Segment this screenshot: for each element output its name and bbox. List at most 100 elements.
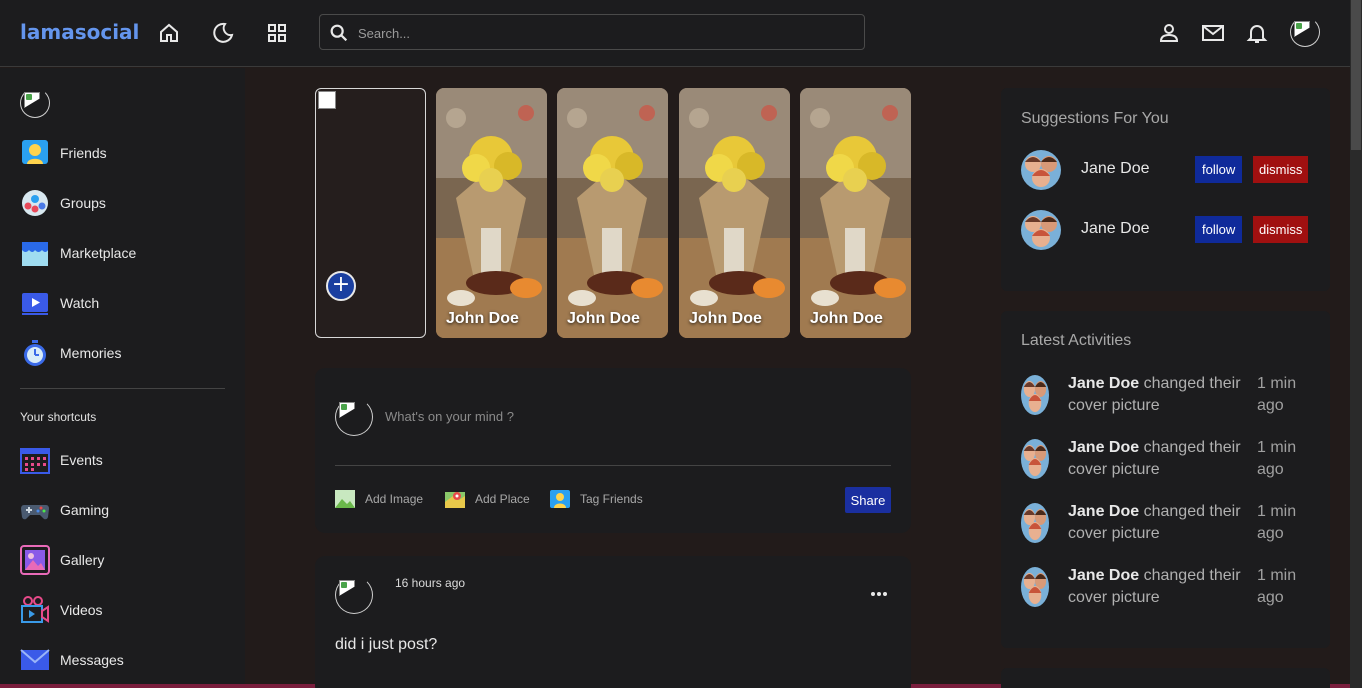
share-divider: [335, 465, 891, 466]
bell-icon[interactable]: [1245, 21, 1269, 45]
sidebar-item-gallery[interactable]: Gallery: [20, 544, 104, 576]
person-icon[interactable]: [1157, 21, 1181, 45]
activity-user[interactable]: Jane Doe: [1068, 375, 1139, 392]
groups-icon: [20, 188, 50, 218]
search-input[interactable]: [358, 21, 848, 45]
scrollbar-thumb[interactable]: [1351, 0, 1361, 150]
dismiss-button[interactable]: dismiss: [1253, 216, 1309, 243]
share-box: Add Image Add Place Tag Friends Share: [315, 368, 911, 533]
memories-icon: [20, 338, 50, 368]
tag-friends-option[interactable]: Tag Friends: [550, 490, 643, 508]
activity-item: Jane Doe changed their cover picture 1 m…: [1021, 503, 1321, 553]
share-button[interactable]: Share: [845, 487, 891, 513]
activity-time: 1 min ago: [1257, 375, 1297, 414]
add-image-label: Add Image: [365, 492, 424, 506]
sidebar-item-videos[interactable]: Videos: [20, 594, 103, 626]
dismiss-button[interactable]: dismiss: [1253, 156, 1309, 183]
activities-panel: Latest Activities Jane Doe changed their…: [1001, 311, 1330, 648]
activity-user[interactable]: Jane Doe: [1068, 439, 1139, 456]
story-author-name: John Doe: [567, 310, 640, 327]
add-image-option[interactable]: Add Image: [335, 490, 423, 508]
story-card[interactable]: John Doe: [800, 88, 911, 338]
sidebar-item-events[interactable]: Events: [20, 444, 103, 476]
add-story-button[interactable]: +: [326, 271, 356, 301]
profile-avatar[interactable]: [20, 88, 50, 118]
story-author-name: John Doe: [689, 310, 762, 327]
follow-button[interactable]: follow: [1195, 156, 1243, 183]
share-input[interactable]: [385, 406, 865, 426]
activity-text: Jane Doe changed their cover picture: [1068, 437, 1248, 481]
more-options-icon[interactable]: [869, 584, 889, 604]
activity-item: Jane Doe changed their cover picture 1 m…: [1021, 375, 1321, 425]
home-icon[interactable]: [157, 21, 181, 45]
sidebar-item-label: Videos: [60, 602, 103, 618]
post-avatar[interactable]: [335, 576, 373, 614]
activities-title: Latest Activities: [1021, 332, 1132, 349]
friends-icon: [20, 138, 50, 168]
broken-image-icon: [318, 91, 336, 109]
activity-text: Jane Doe changed their cover picture: [1068, 501, 1248, 545]
suggestion-item: Jane Doe follow dismiss: [1021, 210, 1311, 250]
story-card[interactable]: John Doe: [679, 88, 790, 338]
post-timestamp: 16 hours ago: [395, 576, 466, 590]
avatar[interactable]: [1290, 17, 1320, 47]
add-place-option[interactable]: Add Place: [445, 490, 530, 508]
story-image: [557, 88, 668, 338]
activity-time: 1 min ago: [1257, 439, 1297, 478]
search-bar: [319, 14, 865, 50]
events-icon: [20, 445, 50, 475]
gaming-icon: [20, 495, 50, 525]
activity-user[interactable]: Jane Doe: [1068, 567, 1139, 584]
dark-mode-icon[interactable]: [211, 21, 235, 45]
add-place-label: Add Place: [475, 492, 530, 506]
activity-avatar[interactable]: [1021, 439, 1049, 479]
logo[interactable]: lamasocial: [20, 20, 139, 44]
sidebar-item-label: Messages: [60, 652, 124, 668]
sidebar-item-gaming[interactable]: Gaming: [20, 494, 109, 526]
sidebar-item-label: Memories: [60, 345, 122, 361]
scrollbar[interactable]: [1350, 0, 1362, 688]
suggestion-avatar[interactable]: [1021, 210, 1061, 250]
mail-icon[interactable]: [1201, 21, 1225, 45]
activity-avatar[interactable]: [1021, 567, 1049, 607]
sidebar-item-label: Gallery: [60, 552, 105, 568]
share-avatar: [335, 398, 373, 436]
sidebar-item-label: Marketplace: [60, 245, 137, 261]
sidebar-item-label: Groups: [60, 195, 106, 211]
story-card[interactable]: John Doe: [557, 88, 668, 338]
suggestion-avatar[interactable]: [1021, 150, 1061, 190]
sidebar-item-watch[interactable]: Watch: [20, 287, 99, 319]
create-story-card[interactable]: +: [315, 88, 426, 338]
sidebar-item-label: Friends: [60, 145, 107, 161]
gallery-icon: [20, 545, 50, 575]
activity-text: Jane Doe changed their cover picture: [1068, 373, 1248, 417]
story-card[interactable]: John Doe: [436, 88, 547, 338]
activity-avatar[interactable]: [1021, 503, 1049, 543]
activity-time: 1 min ago: [1257, 503, 1297, 542]
map-icon: [445, 492, 465, 508]
activity-avatar[interactable]: [1021, 375, 1049, 415]
next-panel: [1001, 668, 1330, 688]
story-image: [679, 88, 790, 338]
suggestion-name[interactable]: Jane Doe: [1081, 220, 1150, 238]
watch-icon: [20, 288, 50, 318]
sidebar-item-marketplace[interactable]: Marketplace: [20, 237, 136, 269]
activity-item: Jane Doe changed their cover picture 1 m…: [1021, 439, 1321, 489]
sidebar-item-label: Events: [60, 452, 103, 468]
activity-user[interactable]: Jane Doe: [1068, 503, 1139, 520]
activity-item: Jane Doe changed their cover picture 1 m…: [1021, 567, 1321, 617]
activity-time: 1 min ago: [1257, 567, 1297, 606]
sidebar-item-friends[interactable]: Friends: [20, 137, 107, 169]
follow-button[interactable]: follow: [1195, 216, 1243, 243]
post-text: did i just post?: [335, 636, 438, 653]
top-navbar: lamasocial: [0, 0, 1350, 67]
story-author-name: John Doe: [810, 310, 883, 327]
sidebar-item-messages[interactable]: Messages: [20, 644, 124, 676]
tag-friends-label: Tag Friends: [580, 492, 643, 506]
suggestion-name[interactable]: Jane Doe: [1081, 160, 1150, 178]
sidebar-item-groups[interactable]: Groups: [20, 187, 106, 219]
suggestion-item: Jane Doe follow dismiss: [1021, 150, 1311, 190]
sidebar-item-memories[interactable]: Memories: [20, 337, 121, 369]
grid-icon[interactable]: [265, 21, 289, 45]
tag-friends-icon: [550, 490, 570, 508]
